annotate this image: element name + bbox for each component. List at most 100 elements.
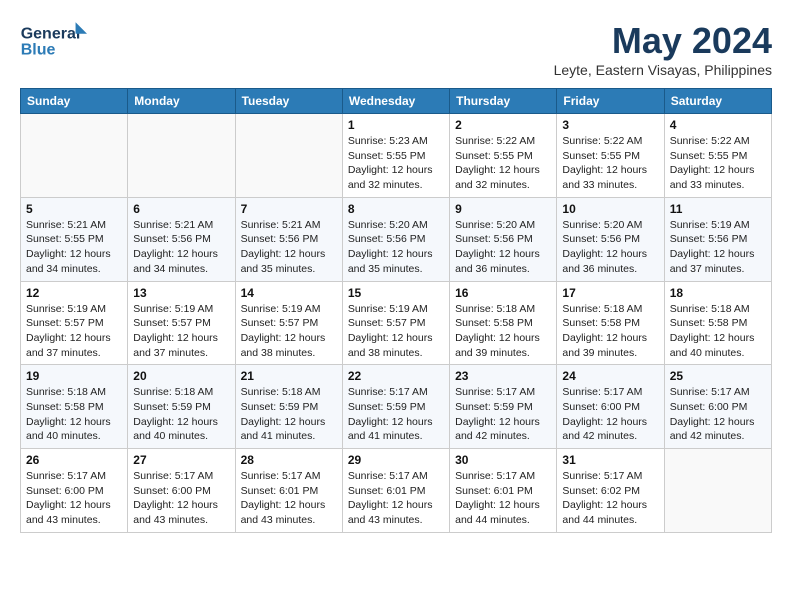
header-wednesday: Wednesday <box>342 89 449 114</box>
week-row-3: 12 Sunrise: 5:19 AM Sunset: 5:57 PM Dayli… <box>21 281 772 365</box>
day-info: Sunrise: 5:19 AM Sunset: 5:57 PM Dayligh… <box>241 302 337 361</box>
logo: General Blue <box>20 20 90 60</box>
day-info: Sunrise: 5:19 AM Sunset: 5:57 PM Dayligh… <box>133 302 229 361</box>
svg-text:Blue: Blue <box>21 41 56 58</box>
day-cell-2-2: 14Sunrise: 5:19 AM Sunset: 5:57 PM Dayli… <box>235 281 342 365</box>
day-number: 26 <box>26 453 122 467</box>
day-info: Sunrise: 5:18 AM Sunset: 5:59 PM Dayligh… <box>241 385 337 444</box>
day-cell-3-6: 25 Sunrise: 5:17 AM Sunset: 6:00 PM Dayli… <box>664 365 771 449</box>
day-cell-4-3: 29 Sunrise: 5:17 AM Sunset: 6:01 PM Dayli… <box>342 449 449 533</box>
weekday-header-row: Sunday Monday Tuesday Wednesday Thursday… <box>21 89 772 114</box>
day-info: Sunrise: 5:21 AM Sunset: 5:55 PM Dayligh… <box>26 218 122 277</box>
calendar-table: Sunday Monday Tuesday Wednesday Thursday… <box>20 88 772 533</box>
header-monday: Monday <box>128 89 235 114</box>
day-cell-2-4: 16 Sunrise: 5:18 AM Sunset: 5:58 PM Dayli… <box>450 281 557 365</box>
day-number: 21 <box>241 369 337 383</box>
day-cell-1-2: 7Sunrise: 5:21 AM Sunset: 5:56 PM Daylig… <box>235 197 342 281</box>
day-info: Sunrise: 5:18 AM Sunset: 5:58 PM Dayligh… <box>670 302 766 361</box>
day-cell-2-0: 12 Sunrise: 5:19 AM Sunset: 5:57 PM Dayli… <box>21 281 128 365</box>
day-info: Sunrise: 5:17 AM Sunset: 6:01 PM Dayligh… <box>348 469 444 528</box>
week-row-4: 19Sunrise: 5:18 AM Sunset: 5:58 PM Dayli… <box>21 365 772 449</box>
day-info: Sunrise: 5:19 AM Sunset: 5:57 PM Dayligh… <box>26 302 122 361</box>
day-cell-3-4: 23Sunrise: 5:17 AM Sunset: 5:59 PM Dayli… <box>450 365 557 449</box>
day-cell-0-3: 1 Sunrise: 5:23 AM Sunset: 5:55 PM Daylig… <box>342 114 449 198</box>
day-info: Sunrise: 5:22 AM Sunset: 5:55 PM Dayligh… <box>562 134 658 193</box>
day-info: Sunrise: 5:20 AM Sunset: 5:56 PM Dayligh… <box>562 218 658 277</box>
day-cell-4-5: 31 Sunrise: 5:17 AM Sunset: 6:02 PM Dayli… <box>557 449 664 533</box>
day-info: Sunrise: 5:21 AM Sunset: 5:56 PM Dayligh… <box>133 218 229 277</box>
day-number: 30 <box>455 453 551 467</box>
day-info: Sunrise: 5:23 AM Sunset: 5:55 PM Dayligh… <box>348 134 444 193</box>
day-cell-4-2: 28 Sunrise: 5:17 AM Sunset: 6:01 PM Dayli… <box>235 449 342 533</box>
day-info: Sunrise: 5:17 AM Sunset: 6:00 PM Dayligh… <box>133 469 229 528</box>
day-info: Sunrise: 5:19 AM Sunset: 5:57 PM Dayligh… <box>348 302 444 361</box>
week-row-2: 5 Sunrise: 5:21 AM Sunset: 5:55 PM Daylig… <box>21 197 772 281</box>
day-number: 2 <box>455 118 551 132</box>
day-cell-2-5: 17 Sunrise: 5:18 AM Sunset: 5:58 PM Dayli… <box>557 281 664 365</box>
location-subtitle: Leyte, Eastern Visayas, Philippines <box>554 62 772 78</box>
day-info: Sunrise: 5:17 AM Sunset: 6:00 PM Dayligh… <box>562 385 658 444</box>
day-info: Sunrise: 5:19 AM Sunset: 5:56 PM Dayligh… <box>670 218 766 277</box>
day-info: Sunrise: 5:20 AM Sunset: 5:56 PM Dayligh… <box>455 218 551 277</box>
day-cell-2-3: 15Sunrise: 5:19 AM Sunset: 5:57 PM Dayli… <box>342 281 449 365</box>
day-cell-1-6: 11Sunrise: 5:19 AM Sunset: 5:56 PM Dayli… <box>664 197 771 281</box>
day-cell-1-3: 8 Sunrise: 5:20 AM Sunset: 5:56 PM Daylig… <box>342 197 449 281</box>
day-info: Sunrise: 5:18 AM Sunset: 5:59 PM Dayligh… <box>133 385 229 444</box>
header-friday: Friday <box>557 89 664 114</box>
day-info: Sunrise: 5:18 AM Sunset: 5:58 PM Dayligh… <box>562 302 658 361</box>
day-number: 7 <box>241 202 337 216</box>
day-number: 4 <box>670 118 766 132</box>
day-cell-0-0 <box>21 114 128 198</box>
day-number: 18 <box>670 286 766 300</box>
day-number: 28 <box>241 453 337 467</box>
day-cell-0-4: 2Sunrise: 5:22 AM Sunset: 5:55 PM Daylig… <box>450 114 557 198</box>
day-number: 16 <box>455 286 551 300</box>
day-cell-1-5: 10 Sunrise: 5:20 AM Sunset: 5:56 PM Dayli… <box>557 197 664 281</box>
day-cell-0-2 <box>235 114 342 198</box>
day-cell-0-6: 4 Sunrise: 5:22 AM Sunset: 5:55 PM Daylig… <box>664 114 771 198</box>
page-header: General Blue May 2024 Leyte, Eastern Vis… <box>20 20 772 78</box>
day-cell-0-5: 3 Sunrise: 5:22 AM Sunset: 5:55 PM Daylig… <box>557 114 664 198</box>
day-number: 12 <box>26 286 122 300</box>
header-saturday: Saturday <box>664 89 771 114</box>
day-cell-2-6: 18 Sunrise: 5:18 AM Sunset: 5:58 PM Dayli… <box>664 281 771 365</box>
day-info: Sunrise: 5:17 AM Sunset: 6:01 PM Dayligh… <box>241 469 337 528</box>
week-row-5: 26 Sunrise: 5:17 AM Sunset: 6:00 PM Dayli… <box>21 449 772 533</box>
calendar-header: Sunday Monday Tuesday Wednesday Thursday… <box>21 89 772 114</box>
day-info: Sunrise: 5:17 AM Sunset: 6:00 PM Dayligh… <box>670 385 766 444</box>
day-info: Sunrise: 5:17 AM Sunset: 6:01 PM Dayligh… <box>455 469 551 528</box>
day-number: 19 <box>26 369 122 383</box>
day-cell-1-4: 9 Sunrise: 5:20 AM Sunset: 5:56 PM Daylig… <box>450 197 557 281</box>
day-number: 23 <box>455 369 551 383</box>
day-number: 13 <box>133 286 229 300</box>
day-cell-1-1: 6Sunrise: 5:21 AM Sunset: 5:56 PM Daylig… <box>128 197 235 281</box>
day-info: Sunrise: 5:17 AM Sunset: 6:02 PM Dayligh… <box>562 469 658 528</box>
day-info: Sunrise: 5:17 AM Sunset: 5:59 PM Dayligh… <box>348 385 444 444</box>
day-number: 9 <box>455 202 551 216</box>
day-cell-0-1 <box>128 114 235 198</box>
day-number: 31 <box>562 453 658 467</box>
week-row-1: 1 Sunrise: 5:23 AM Sunset: 5:55 PM Daylig… <box>21 114 772 198</box>
day-number: 10 <box>562 202 658 216</box>
day-info: Sunrise: 5:20 AM Sunset: 5:56 PM Dayligh… <box>348 218 444 277</box>
day-number: 5 <box>26 202 122 216</box>
header-thursday: Thursday <box>450 89 557 114</box>
day-number: 20 <box>133 369 229 383</box>
day-number: 29 <box>348 453 444 467</box>
day-number: 17 <box>562 286 658 300</box>
calendar-body: 1 Sunrise: 5:23 AM Sunset: 5:55 PM Daylig… <box>21 114 772 533</box>
day-number: 3 <box>562 118 658 132</box>
day-cell-4-6 <box>664 449 771 533</box>
day-number: 8 <box>348 202 444 216</box>
day-cell-3-0: 19Sunrise: 5:18 AM Sunset: 5:58 PM Dayli… <box>21 365 128 449</box>
day-number: 25 <box>670 369 766 383</box>
header-sunday: Sunday <box>21 89 128 114</box>
day-number: 1 <box>348 118 444 132</box>
day-info: Sunrise: 5:18 AM Sunset: 5:58 PM Dayligh… <box>455 302 551 361</box>
day-cell-3-2: 21 Sunrise: 5:18 AM Sunset: 5:59 PM Dayli… <box>235 365 342 449</box>
day-number: 22 <box>348 369 444 383</box>
logo-svg: General Blue <box>20 20 90 60</box>
month-title: May 2024 <box>554 20 772 62</box>
day-info: Sunrise: 5:17 AM Sunset: 6:00 PM Dayligh… <box>26 469 122 528</box>
day-info: Sunrise: 5:22 AM Sunset: 5:55 PM Dayligh… <box>670 134 766 193</box>
